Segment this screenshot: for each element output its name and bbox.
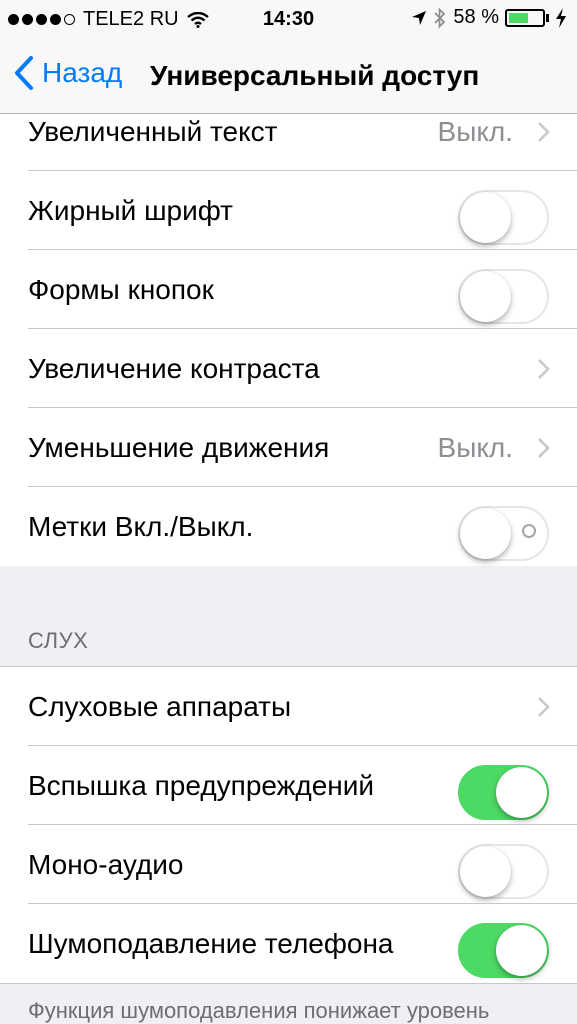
chevron-left-icon — [15, 56, 33, 90]
list-item-hearing-aids[interactable]: Слуховые аппараты — [0, 667, 577, 746]
list-item-label: Шумоподавление телефона — [28, 928, 394, 959]
page-title: Универсальный доступ — [150, 60, 480, 91]
list-item-phone-noise-cancellation: Шумоподавление телефона — [0, 904, 577, 983]
list-item-label: Увеличение контраста — [28, 353, 320, 384]
charging-bolt-icon — [556, 7, 566, 28]
list-item-mono-audio: Моно-аудио — [0, 825, 577, 904]
battery-level-fill — [509, 12, 528, 23]
list-item-label: Вспышка предупреждений — [28, 770, 375, 801]
navigation-bar: Назад Универсальный доступ — [0, 38, 577, 114]
list-item-label: Слуховые аппараты — [28, 691, 292, 722]
noise-cancellation-toggle[interactable] — [458, 923, 549, 978]
list-item-label: Уменьшение движения — [28, 432, 330, 463]
button-shapes-toggle[interactable] — [458, 269, 549, 324]
back-label: Назад — [42, 57, 123, 88]
status-right: 58 % — [411, 6, 567, 29]
chevron-right-icon — [538, 697, 550, 717]
section-footer-text: Функция шумоподавления понижает уровень — [28, 998, 490, 1023]
list-item-bold-text: Жирный шрифт — [0, 171, 577, 250]
off-label-circle-icon — [522, 524, 536, 538]
list-item-label: Метки Вкл./Выкл. — [28, 511, 254, 542]
settings-group-display: Увеличенный текст Выкл. Жирный шрифт Фор… — [0, 92, 577, 566]
list-item-on-off-labels: Метки Вкл./Выкл. — [0, 487, 577, 566]
list-item-label: Моно-аудио — [28, 849, 184, 880]
list-item-label: Жирный шрифт — [28, 195, 233, 226]
group2-bottom-border — [0, 983, 577, 984]
chevron-right-icon — [538, 438, 550, 458]
mono-audio-toggle[interactable] — [458, 844, 549, 899]
on-off-labels-toggle[interactable] — [458, 506, 549, 561]
bluetooth-icon — [434, 6, 446, 29]
chevron-right-icon — [538, 122, 550, 142]
status-bar: TELE2 RU 14:30 58 % — [0, 0, 577, 38]
bold-text-toggle[interactable] — [458, 190, 549, 245]
battery-icon — [505, 8, 545, 27]
settings-group-hearing: Слуховые аппараты Вспышка предупреждений… — [0, 667, 577, 983]
list-item-increase-contrast[interactable]: Увеличение контраста — [0, 329, 577, 408]
battery-percent: 58 % — [453, 6, 499, 28]
list-item-reduce-motion[interactable]: Уменьшение движения Выкл. — [0, 408, 577, 487]
list-item-value: Выкл. — [437, 432, 513, 463]
list-item-button-shapes: Формы кнопок — [0, 250, 577, 329]
back-button[interactable]: Назад — [14, 56, 122, 90]
chevron-right-icon — [538, 359, 550, 379]
list-item-label: Формы кнопок — [28, 274, 214, 305]
list-item-led-flash: Вспышка предупреждений — [0, 746, 577, 825]
battery-tip — [546, 13, 549, 22]
section-header-hearing: СЛУХ — [28, 628, 89, 653]
location-arrow-icon — [412, 10, 427, 25]
led-flash-toggle[interactable] — [458, 765, 549, 820]
